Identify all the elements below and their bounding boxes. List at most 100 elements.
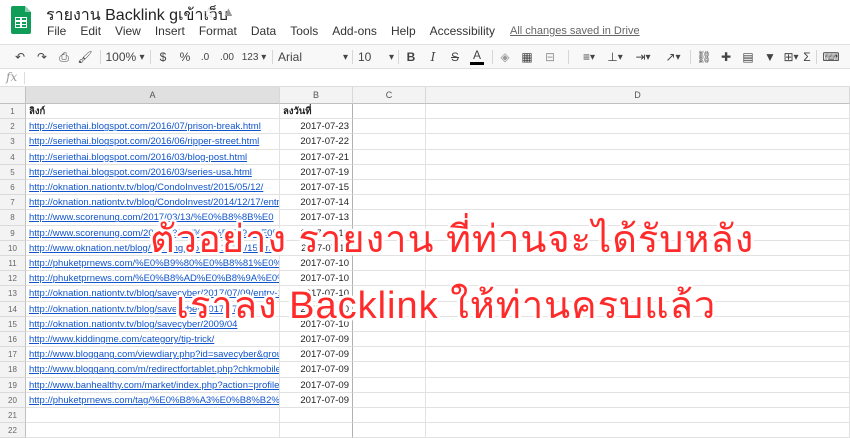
save-status-link[interactable]: All changes saved in Drive: [502, 24, 640, 42]
sum-button[interactable]: Σ: [800, 48, 814, 66]
empty-cell[interactable]: [426, 362, 850, 378]
empty-cell[interactable]: [353, 256, 426, 272]
empty-cell[interactable]: [426, 301, 850, 317]
date-cell[interactable]: 2017-07-09: [280, 347, 353, 363]
currency-button[interactable]: $: [156, 48, 170, 66]
empty-cell[interactable]: [426, 134, 850, 150]
date-cell[interactable]: 2017-07-15: [280, 180, 353, 196]
row-header[interactable]: 10: [0, 240, 26, 256]
link-cell[interactable]: http://seriethai.blogspot.com/2016/03/bl…: [26, 149, 280, 165]
link-cell[interactable]: http://seriethai.blogspot.com/2016/03/se…: [26, 164, 280, 180]
number-format-select[interactable]: 123 ▾: [240, 48, 268, 66]
italic-button[interactable]: I: [426, 48, 440, 66]
row-header[interactable]: 19: [0, 377, 26, 393]
link-cell[interactable]: http://www.banhealthy.com/market/index.p…: [26, 377, 280, 393]
link-cell[interactable]: http://www.bloggang.com/viewdiary.php?id…: [26, 347, 280, 363]
bold-button[interactable]: B: [404, 48, 418, 66]
date-cell[interactable]: 2017-07-10: [280, 271, 353, 287]
increase-decimal-button[interactable]: .00: [218, 48, 236, 66]
link-cell[interactable]: http://oknation.nationtv.tv/blog/savecyb…: [26, 286, 280, 302]
empty-cell[interactable]: [426, 104, 850, 120]
link-cell[interactable]: http://www.scorenung.com/2017/03/13/%E0%…: [26, 210, 280, 226]
link-cell[interactable]: [26, 408, 280, 424]
link-cell[interactable]: http://oknation.nationtv.tv/blog/savecyb…: [26, 316, 280, 332]
font-family-select[interactable]: Arial ▾: [278, 48, 348, 66]
link-cell[interactable]: http://www.oknation.net/blog/workingpape…: [26, 240, 280, 256]
insert-comment-icon[interactable]: ✚: [718, 48, 734, 66]
date-cell[interactable]: 2017-07-09: [280, 362, 353, 378]
date-cell[interactable]: 2017-07-22: [280, 134, 353, 150]
strikethrough-button[interactable]: S: [448, 48, 462, 66]
empty-cell[interactable]: [353, 180, 426, 196]
empty-cell[interactable]: [353, 210, 426, 226]
row-header[interactable]: 14: [0, 301, 26, 317]
text-rotation-icon[interactable]: ↗ ▾: [664, 48, 682, 66]
row-header[interactable]: 5: [0, 164, 26, 180]
empty-cell[interactable]: [353, 195, 426, 211]
column-header-c[interactable]: C: [353, 87, 426, 104]
link-cell[interactable]: http://seriethai.blogspot.com/2016/07/pr…: [26, 119, 280, 135]
link-cell[interactable]: http://phuketprnews.com/%E0%B8%AD%E0%B8%…: [26, 271, 280, 287]
fill-color-icon[interactable]: ◈: [498, 48, 512, 66]
row-header[interactable]: 3: [0, 134, 26, 150]
header-cell-date[interactable]: ลงวันที่: [280, 104, 353, 120]
empty-cell[interactable]: [353, 104, 426, 120]
merge-cells-icon[interactable]: ⊟: [542, 48, 558, 66]
row-header[interactable]: 1: [0, 104, 26, 120]
empty-cell[interactable]: [353, 225, 426, 241]
empty-cell[interactable]: [353, 164, 426, 180]
column-header-d[interactable]: D: [426, 87, 850, 104]
link-cell[interactable]: http://phuketprnews.com/%E0%B9%80%E0%B8%…: [26, 256, 280, 272]
text-color-button[interactable]: A: [470, 48, 484, 65]
paint-format-icon[interactable]: 🖌: [77, 48, 93, 66]
zoom-select[interactable]: 100% ▾: [105, 48, 144, 66]
row-header[interactable]: 17: [0, 347, 26, 363]
empty-cell[interactable]: [426, 225, 850, 241]
print-icon[interactable]: ⎙: [56, 48, 72, 66]
row-header[interactable]: 20: [0, 392, 26, 408]
link-cell[interactable]: http://oknation.nationtv.tv/blog/savecyb…: [26, 301, 280, 317]
empty-cell[interactable]: [426, 408, 850, 424]
date-cell[interactable]: 2017-07-09: [280, 392, 353, 408]
horizontal-align-icon[interactable]: ≡ ▾: [580, 48, 598, 66]
row-header[interactable]: 2: [0, 119, 26, 135]
functions-icon[interactable]: ⊞ ▾: [782, 48, 800, 66]
formula-input[interactable]: [30, 71, 830, 84]
date-cell[interactable]: 2017-07-13: [280, 210, 353, 226]
row-header[interactable]: 9: [0, 225, 26, 241]
date-cell[interactable]: 2017-07-12: [280, 225, 353, 241]
percent-button[interactable]: %: [178, 48, 192, 66]
row-header[interactable]: 8: [0, 210, 26, 226]
vertical-align-icon[interactable]: ⊥ ▾: [606, 48, 624, 66]
date-cell[interactable]: 2017-07-19: [280, 164, 353, 180]
link-cell[interactable]: http://seriethai.blogspot.com/2016/06/ri…: [26, 134, 280, 150]
menu-data[interactable]: Data: [244, 24, 283, 42]
row-header[interactable]: 16: [0, 332, 26, 348]
redo-icon[interactable]: ↷: [34, 48, 50, 66]
empty-cell[interactable]: [426, 149, 850, 165]
row-header[interactable]: 13: [0, 286, 26, 302]
empty-cell[interactable]: [426, 164, 850, 180]
text-wrap-icon[interactable]: ⇥ ▾: [634, 48, 652, 66]
menu-file[interactable]: File: [40, 24, 73, 42]
header-cell-link[interactable]: ลิงก์: [26, 104, 280, 120]
date-cell[interactable]: 2017-07-23: [280, 119, 353, 135]
empty-cell[interactable]: [426, 271, 850, 287]
filter-icon[interactable]: ▼: [762, 48, 778, 66]
decrease-decimal-button[interactable]: .0: [198, 48, 212, 66]
menu-edit[interactable]: Edit: [73, 24, 108, 42]
empty-cell[interactable]: [426, 256, 850, 272]
menu-accessibility[interactable]: Accessibility: [423, 24, 502, 42]
link-cell[interactable]: http://oknation.nationtv.tv/blog/CondoIn…: [26, 195, 280, 211]
link-cell[interactable]: http://www.bloggang.com/m/redirectfortab…: [26, 362, 280, 378]
empty-cell[interactable]: [426, 377, 850, 393]
date-cell[interactable]: 2017-07-09: [280, 377, 353, 393]
empty-cell[interactable]: [426, 392, 850, 408]
select-all-corner[interactable]: [0, 87, 26, 104]
empty-cell[interactable]: [353, 286, 426, 302]
empty-cell[interactable]: [426, 286, 850, 302]
menu-tools[interactable]: Tools: [283, 24, 325, 42]
row-header[interactable]: 21: [0, 408, 26, 424]
row-header[interactable]: 6: [0, 180, 26, 196]
date-cell[interactable]: 2017-07-10: [280, 286, 353, 302]
